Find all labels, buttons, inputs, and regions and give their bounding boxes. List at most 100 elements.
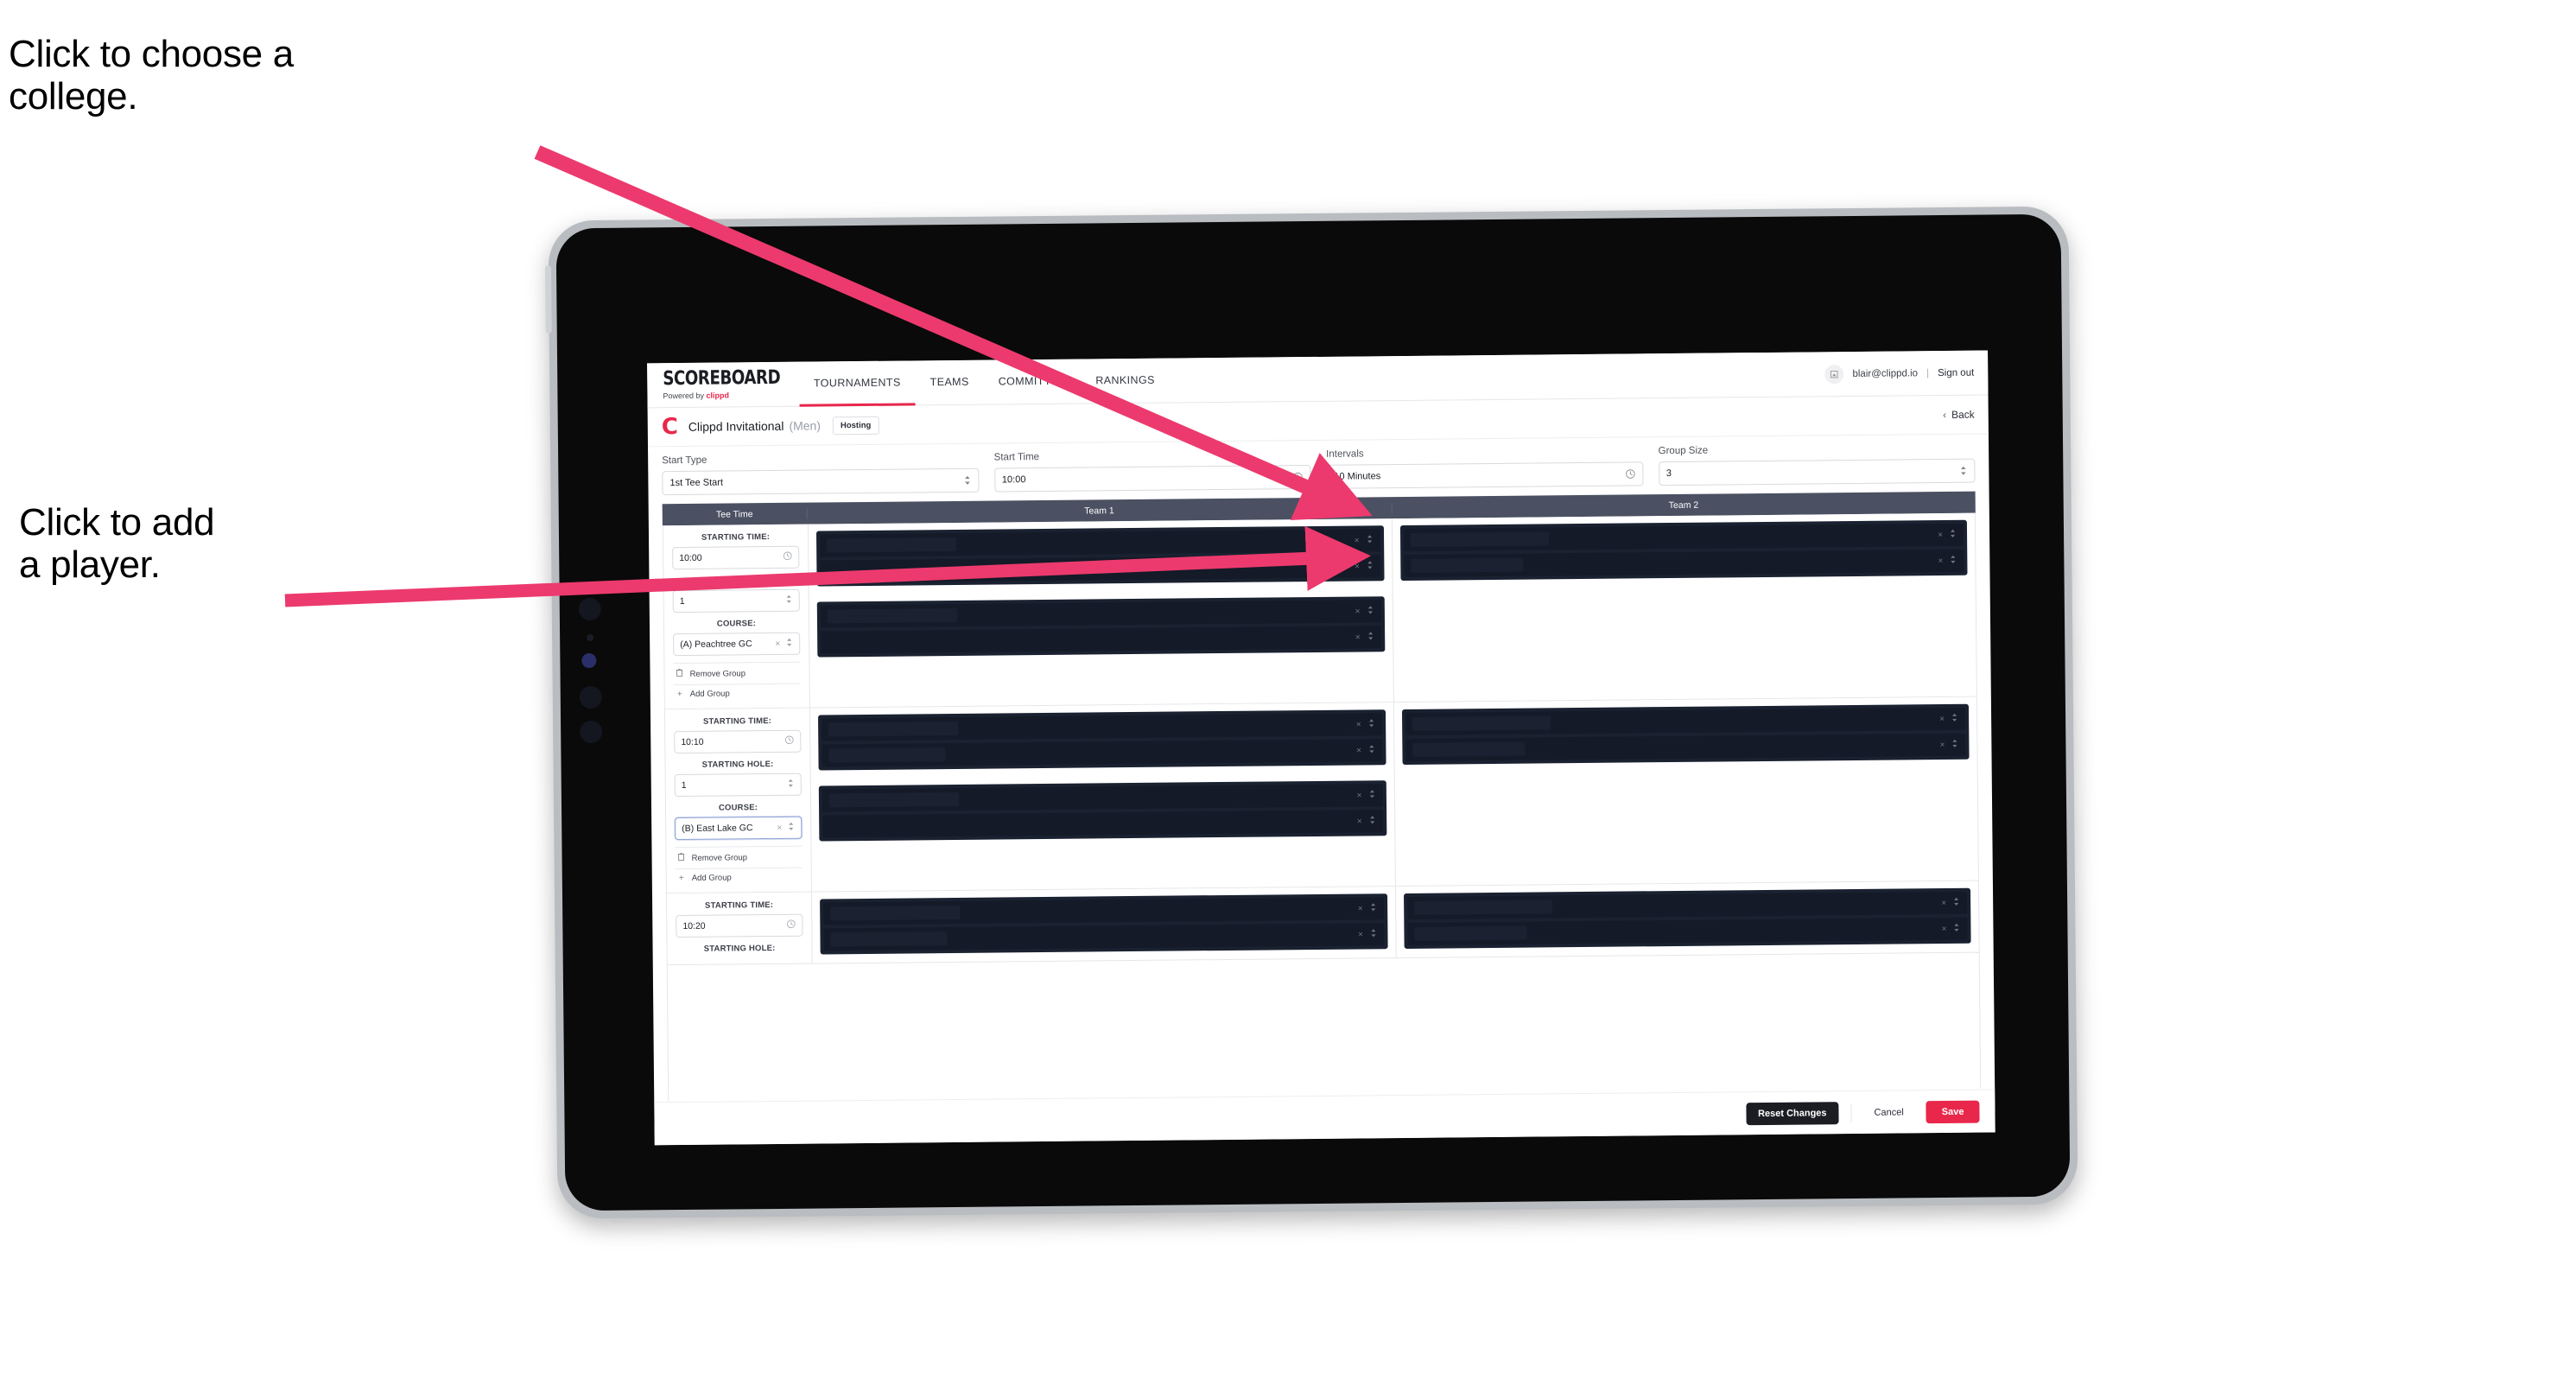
starting-time-input[interactable]: 10:20 xyxy=(676,913,803,938)
nav-item-tournaments[interactable]: TOURNAMENTS xyxy=(798,360,916,407)
table-row: STARTING TIME: 10:00 STARTING HOLE: 1 COURSE… xyxy=(663,512,1976,710)
player-name-redacted xyxy=(830,905,961,921)
clear-player-icon[interactable]: × xyxy=(1355,562,1360,571)
scoreboard-logo[interactable]: SCOREBOARD Powered by clippd xyxy=(647,362,799,408)
player-slot-row[interactable]: × xyxy=(1406,891,1968,919)
updown-chevron-icon[interactable] xyxy=(1366,605,1374,617)
nav-item-teams[interactable]: TEAMS xyxy=(915,360,984,406)
player-row-spacer xyxy=(1526,929,1942,933)
team-1-cell: × × × × xyxy=(809,703,1396,892)
team-2-player-block: × × xyxy=(1401,703,1970,766)
label-group-size: Group Size xyxy=(1658,445,1709,457)
player-slot-row[interactable]: × xyxy=(1403,549,1964,577)
player-row-spacer xyxy=(827,567,1355,572)
updown-chevron-icon[interactable] xyxy=(1952,923,1960,935)
clear-player-icon[interactable]: × xyxy=(1939,740,1945,749)
clear-player-icon[interactable]: × xyxy=(1357,791,1362,800)
clear-player-icon[interactable]: × xyxy=(1355,607,1360,616)
starting-time-input[interactable]: 10:10 xyxy=(674,729,802,754)
updown-chevron-icon[interactable] xyxy=(1367,744,1375,756)
player-slot-row[interactable]: × xyxy=(820,600,1381,628)
player-name-redacted xyxy=(1413,900,1552,915)
clear-player-icon[interactable]: × xyxy=(1355,536,1360,545)
clear-player-icon[interactable]: × xyxy=(1942,924,1947,933)
nav-item-rankings[interactable]: RANKINGS xyxy=(1081,359,1170,404)
player-row-spacer xyxy=(958,725,1356,728)
updown-chevron-icon[interactable] xyxy=(1366,534,1374,546)
clock-icon[interactable] xyxy=(784,735,794,747)
input-start-time[interactable]: 10:00 xyxy=(993,465,1311,493)
select-group-size[interactable]: 3 xyxy=(1658,458,1976,486)
cancel-button[interactable]: Cancel xyxy=(1863,1100,1914,1124)
updown-chevron-icon[interactable] xyxy=(1366,560,1374,572)
player-slot-row[interactable]: × xyxy=(823,923,1385,951)
player-slot-row[interactable]: × xyxy=(822,713,1382,741)
updown-chevron-icon[interactable] xyxy=(1952,897,1960,909)
clear-course-icon[interactable]: × xyxy=(775,639,780,648)
select-start-type[interactable]: 1st Tee Start xyxy=(662,467,980,496)
player-row-spacer xyxy=(959,796,1357,799)
updown-chevron-icon[interactable] xyxy=(1369,902,1377,914)
clear-player-icon[interactable]: × xyxy=(1938,556,1943,565)
starting-hole-select[interactable]: 1 xyxy=(674,772,802,798)
updown-chevron-icon[interactable] xyxy=(787,779,795,791)
pairings-table-body[interactable]: STARTING TIME: 10:00 STARTING HOLE: 1 COURSE… xyxy=(662,512,1982,1102)
sign-out-link[interactable]: Sign out xyxy=(1938,367,1974,378)
clock-icon[interactable] xyxy=(786,919,796,931)
course-value: (B) East Lake GC xyxy=(682,823,753,835)
account-divider: | xyxy=(1926,367,1930,378)
remove-group-button[interactable]: Remove Group xyxy=(675,845,803,869)
course-select[interactable]: (B) East Lake GC × xyxy=(675,816,803,841)
add-group-button[interactable]: + Add Group xyxy=(673,683,801,704)
course-select[interactable]: (A) Peachtree GC × xyxy=(673,632,801,657)
clock-icon[interactable] xyxy=(783,551,792,563)
clear-player-icon[interactable]: × xyxy=(1356,746,1361,755)
player-slot-row[interactable]: × xyxy=(822,784,1383,812)
player-slot-row[interactable]: × xyxy=(819,529,1380,557)
updown-chevron-icon[interactable] xyxy=(787,822,795,834)
starting-hole-select[interactable]: 1 xyxy=(672,588,800,614)
clear-player-icon[interactable]: × xyxy=(1939,714,1945,723)
player-slot-row[interactable]: × xyxy=(1405,733,1966,761)
nav-item-committee[interactable]: COMMITTEE xyxy=(983,359,1081,405)
player-slot-row[interactable]: × xyxy=(1406,917,1968,945)
player-row-controls: × xyxy=(1358,902,1377,914)
updown-chevron-icon[interactable] xyxy=(1949,555,1957,567)
updown-chevron-icon[interactable] xyxy=(1367,631,1374,643)
clear-player-icon[interactable]: × xyxy=(1938,530,1943,539)
user-avatar-icon[interactable] xyxy=(1824,364,1844,384)
back-link[interactable]: ‹ Back xyxy=(1943,409,1975,421)
updown-chevron-icon[interactable] xyxy=(1368,815,1376,827)
updown-chevron-icon[interactable] xyxy=(1951,713,1958,725)
updown-chevron-icon[interactable] xyxy=(785,594,793,607)
clear-player-icon[interactable]: × xyxy=(1358,904,1363,913)
player-slot-row[interactable]: × xyxy=(821,626,1381,654)
player-slot-row[interactable]: × xyxy=(1405,707,1966,735)
player-slot-row[interactable]: × xyxy=(820,555,1381,583)
team-2-cell: × × xyxy=(1393,697,1978,886)
save-button[interactable]: Save xyxy=(1926,1100,1980,1123)
clear-player-icon[interactable]: × xyxy=(1355,633,1361,642)
remove-group-button[interactable]: Remove Group xyxy=(673,661,801,685)
updown-chevron-icon[interactable] xyxy=(785,638,793,650)
starting-time-input[interactable]: 10:00 xyxy=(672,545,800,570)
clear-player-icon[interactable]: × xyxy=(1358,930,1363,939)
clear-player-icon[interactable]: × xyxy=(1356,720,1361,729)
add-group-button[interactable]: + Add Group xyxy=(675,867,803,888)
updown-chevron-icon[interactable] xyxy=(1367,789,1375,801)
player-slot-row[interactable]: × xyxy=(1403,523,1964,551)
input-intervals[interactable]: 10 Minutes xyxy=(1326,461,1644,489)
reset-changes-button[interactable]: Reset Changes xyxy=(1745,1101,1839,1125)
clear-player-icon[interactable]: × xyxy=(1941,898,1946,907)
player-slot-row[interactable]: × xyxy=(822,739,1383,767)
team-2-cell: × × xyxy=(1392,513,1976,702)
player-slot-row[interactable]: × xyxy=(822,810,1383,838)
updown-chevron-icon[interactable] xyxy=(1951,739,1958,751)
updown-chevron-icon[interactable] xyxy=(1949,529,1957,541)
player-name-redacted xyxy=(828,721,959,737)
clear-player-icon[interactable]: × xyxy=(1357,817,1362,826)
updown-chevron-icon[interactable] xyxy=(1369,928,1377,940)
clear-course-icon[interactable]: × xyxy=(777,823,782,832)
player-slot-row[interactable]: × xyxy=(823,897,1384,925)
updown-chevron-icon[interactable] xyxy=(1367,718,1375,730)
